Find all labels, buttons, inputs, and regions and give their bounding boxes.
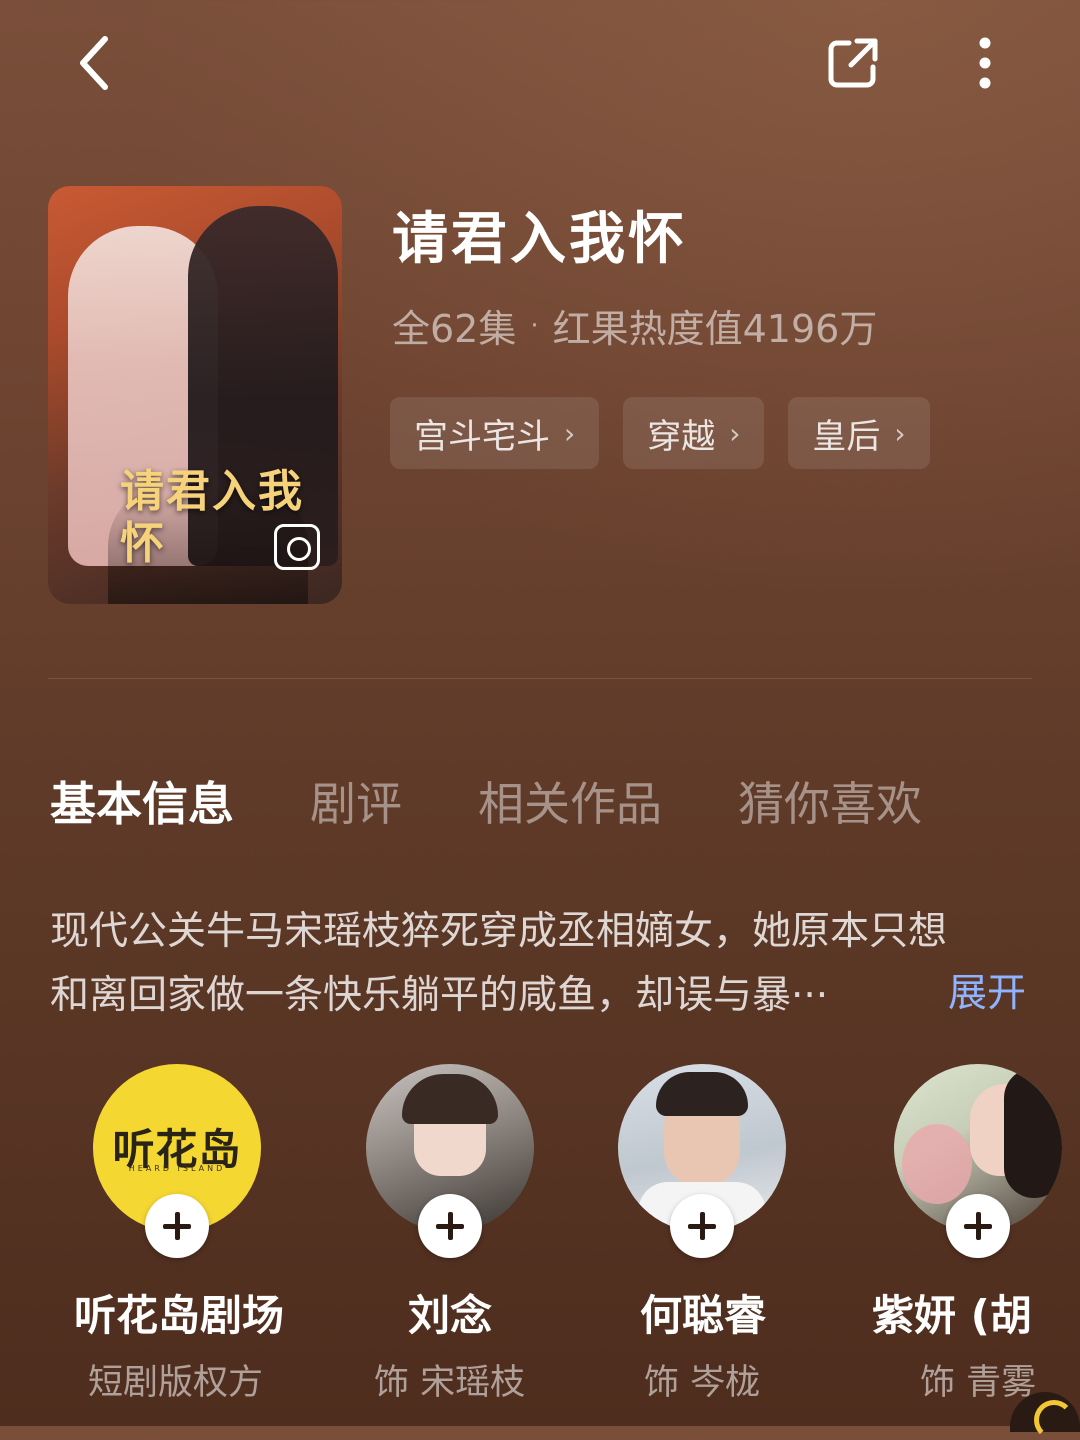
cast-list: 听花岛 HEARD ISLAND 听花岛剧场 短剧版权方 刘念 饰 宋瑶枝 何聪… <box>0 1060 1080 1426</box>
drama-title: 请君入我怀 <box>392 207 687 272</box>
tag-list: 宫斗宅斗 › 穿越 › 皇后 › <box>390 397 930 469</box>
tag-label: 宫斗宅斗 <box>414 416 550 457</box>
expand-link[interactable]: 展开 <box>948 962 1026 1018</box>
tab-related-works[interactable]: 相关作品 <box>478 768 662 834</box>
tag-label: 穿越 <box>647 416 716 457</box>
plus-icon-stem <box>699 1212 705 1240</box>
follow-button[interactable] <box>145 1194 209 1258</box>
tag-chip[interactable]: 穿越 › <box>623 397 765 469</box>
logo-subtext: HEARD ISLAND <box>128 1164 226 1173</box>
synopsis: 现代公关牛马宋瑶枝猝死穿成丞相嫡女，她原本只想 和离回家做一条快乐躺平的咸鱼，却… <box>50 900 1035 1028</box>
chevron-right-icon: › <box>729 416 741 450</box>
cast-name: 何聪睿 <box>640 1291 767 1340</box>
plus-icon-stem <box>975 1212 981 1240</box>
tab-reviews[interactable]: 剧评 <box>310 768 402 834</box>
synopsis-line: 现代公关牛马宋瑶枝猝死穿成丞相嫡女，她原本只想 <box>50 909 948 954</box>
cast-name: 听花岛剧场 <box>74 1291 285 1340</box>
more-button[interactable] <box>955 28 1015 98</box>
follow-button[interactable] <box>946 1194 1010 1258</box>
plus-icon-stem <box>174 1212 180 1240</box>
more-vertical-icon <box>979 37 991 89</box>
synopsis-line: 和离回家做一条快乐躺平的咸鱼，却误与暴··· <box>50 973 829 1018</box>
episode-count: 全62集 <box>392 307 517 351</box>
drama-poster[interactable]: 请君入我怀 <box>48 186 342 604</box>
avatar-hair <box>1004 1068 1062 1198</box>
chevron-left-icon <box>80 36 108 90</box>
cast-name: 刘念 <box>408 1291 493 1340</box>
tab-recommendations[interactable]: 猜你喜欢 <box>738 768 922 834</box>
avatar-flowers <box>902 1124 972 1204</box>
info-tabs: 基本信息 剧评 相关作品 猜你喜欢 <box>50 768 998 834</box>
cast-name: 紫妍 (胡· <box>872 1291 1032 1340</box>
follow-button[interactable] <box>418 1194 482 1258</box>
follow-button[interactable] <box>670 1194 734 1258</box>
plus-icon-stem <box>447 1212 453 1240</box>
tab-basic-info[interactable]: 基本信息 <box>50 768 234 834</box>
tag-label: 皇后 <box>812 416 881 457</box>
tag-chip[interactable]: 宫斗宅斗 › <box>390 397 600 469</box>
cast-role: 饰 青雾 <box>920 1363 1037 1403</box>
back-button[interactable] <box>60 28 130 98</box>
meta-separator: · <box>530 310 539 341</box>
cast-role: 短剧版权方 <box>88 1363 264 1403</box>
top-bar <box>0 0 1080 120</box>
share-button[interactable] <box>815 28 890 98</box>
avatar-hair <box>656 1072 748 1116</box>
avatar-hair <box>402 1074 498 1124</box>
chevron-right-icon: › <box>564 416 576 450</box>
share-icon <box>828 38 877 88</box>
cast-role: 饰 岑栊 <box>644 1363 761 1403</box>
poster-badge-icon <box>274 524 320 570</box>
popularity-value: 红果热度值4196万 <box>552 307 878 351</box>
drama-meta: 全62集 · 红果热度值4196万 <box>392 298 877 353</box>
cast-role: 饰 宋瑶枝 <box>374 1363 526 1403</box>
tag-chip[interactable]: 皇后 › <box>788 397 930 469</box>
chevron-right-icon: › <box>894 416 906 450</box>
section-divider <box>48 678 1032 679</box>
